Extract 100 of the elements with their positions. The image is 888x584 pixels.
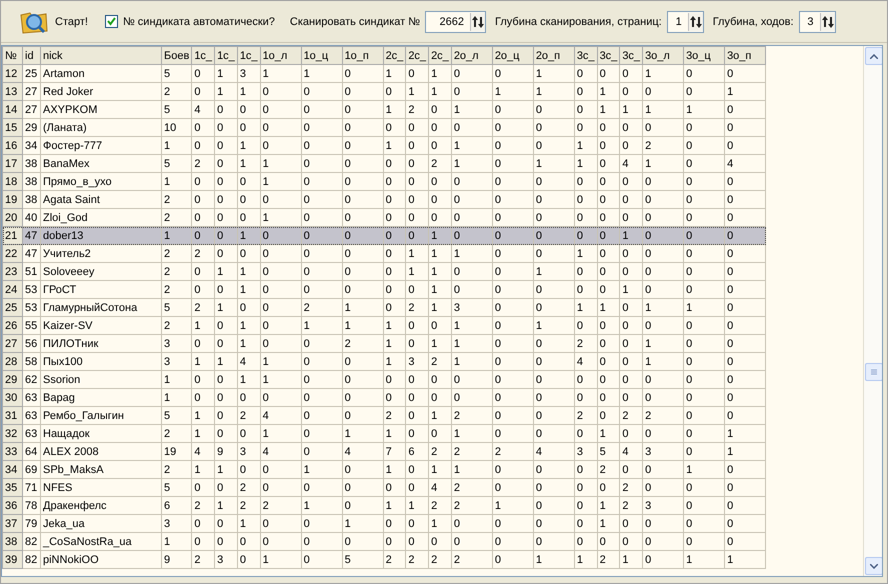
table-cell: 0	[597, 190, 620, 208]
table-cell: 1	[428, 460, 452, 478]
table-cell: 4	[428, 478, 452, 496]
table-row[interactable]: 16 34 Фостер-777 1 0 0 1 0 0 0 1 0 0 1 0 0 1 0 0 2 0 0	[2, 136, 766, 154]
column-header[interactable]: 2с_	[428, 46, 452, 64]
table-cell: 0	[574, 370, 598, 388]
table-row[interactable]: 26 55 Kaizer-SV 2 1 0 1 0 1 1 1 0 0 1 0 1 0 0 0 0 0 0	[2, 316, 766, 334]
column-header[interactable]: 1о_п	[342, 46, 384, 64]
table-row[interactable]: 19 38 Agata Saint 2 0 0 0 0 0 0 0 0 0 0 0 0 0 0 0 0 0 0	[2, 190, 766, 208]
table-row[interactable]: 27 56 ПИЛОТник 3 0 0 1 0 0 2 1 0 1 1 0 0 2 0 0 1 0 0	[2, 334, 766, 352]
table-cell: 0	[724, 190, 766, 208]
table-cell: 0	[237, 244, 260, 262]
start-button[interactable]: Старт!	[19, 8, 88, 34]
column-header[interactable]: nick	[40, 46, 162, 64]
spin-field[interactable]: 2662	[425, 10, 486, 32]
scroll-down-button[interactable]	[865, 557, 882, 575]
table-cell: 0	[724, 136, 766, 154]
column-header[interactable]: 3с_	[620, 46, 643, 64]
column-header[interactable]: 1с_	[237, 46, 260, 64]
table-row[interactable]: 34 69 SPb_MaksA 2 1 1 0 0 1 0 1 0 1 1 0 0 0 2 0 0 1 0	[2, 460, 766, 478]
column-header[interactable]: 1о_ц	[301, 46, 342, 64]
table-row[interactable]: 14 27 AXYPKOM 5 4 0 0 0 0 0 1 2 0 1 0 0 0 1 1 1 1 0	[2, 100, 766, 118]
column-header[interactable]: 1с_	[214, 46, 238, 64]
table-cell: 1	[451, 154, 492, 172]
table-cell: 0	[214, 370, 238, 388]
table-cell: 1	[162, 136, 192, 154]
column-header[interactable]: 2с_	[383, 46, 406, 64]
table-cell: 1	[237, 262, 260, 280]
column-header[interactable]: Боев	[162, 46, 192, 64]
table-cell: 0	[724, 478, 766, 496]
scroll-thumb[interactable]	[865, 362, 882, 381]
column-header[interactable]: 3о_п	[724, 46, 766, 64]
table-cell: 79	[22, 514, 40, 532]
table-cell: 1	[724, 82, 766, 100]
table-row[interactable]: 25 53 ГламурныйСотона 5 2 1 0 0 2 1 0 2 1 3 0 0 1 1 0 1 1 0	[2, 298, 766, 316]
table-cell: 4	[192, 442, 215, 460]
spin-field[interactable]: 3	[798, 10, 836, 32]
column-header[interactable]: 3о_л	[642, 46, 684, 64]
table-row[interactable]: 23 51 Soloveeey 2 0 1 1 0 0 0 0 1 1 0 0 1 0 0 0 0 0 0	[2, 262, 766, 280]
table-cell: 1	[533, 550, 574, 568]
table-cell: Ssorion	[40, 370, 162, 388]
table-cell: 1	[451, 244, 492, 262]
table-row[interactable]: 21 47 dober13 1 0 0 1 0 0 0 0 0 1 0 0 0 0 0 1 0 0 0	[2, 226, 766, 244]
column-header[interactable]: №	[2, 46, 22, 64]
table-cell: 1	[383, 424, 406, 442]
row-number: 24	[2, 280, 22, 298]
table-row[interactable]: 28 58 Пых100 3 1 1 4 1 0 0 1 3 2 1 0 0 4 0 0 1 0 0	[2, 352, 766, 370]
table-cell: 0	[724, 172, 766, 190]
scroll-up-button[interactable]	[865, 47, 882, 65]
table-row[interactable]: 35 71 NFES 5 0 0 2 0 0 0 0 0 4 2 0 0 0 0 2 0 0 0	[2, 478, 766, 496]
scrollbar[interactable]	[863, 46, 882, 576]
column-header[interactable]: 2о_л	[451, 46, 492, 64]
table-row[interactable]: 12 25 Artamon 5 0 1 3 1 1 0 1 0 1 0 0 1 0 0 0 1 0 0	[2, 64, 766, 82]
column-header[interactable]: 3с_	[597, 46, 620, 64]
table-cell: 0	[260, 100, 302, 118]
table-row[interactable]: 31 63 Рембо_Галыгин 5 1 0 2 4 0 0 2 0 1 2 0 0 2 0 2 2 0 0	[2, 406, 766, 424]
table-row[interactable]: 17 38 BanaMex 5 2 0 1 1 0 0 0 0 2 1 0 1 1 0 4 1 0 4	[2, 154, 766, 172]
column-header[interactable]: 2о_ц	[492, 46, 534, 64]
table-cell: 1	[451, 460, 492, 478]
table-cell: 2	[192, 496, 215, 514]
table-row[interactable]: 38 82 _CoSaNostRa_ua 1 0 0 0 0 0 0 0 0 0 0 0 0 0 0 0 0 0 0	[2, 532, 766, 550]
table-cell: 27	[22, 82, 40, 100]
table-cell: 0	[574, 100, 598, 118]
table-cell: Artamon	[40, 64, 162, 82]
table-cell: 0	[597, 370, 620, 388]
table-cell: 0	[492, 352, 534, 370]
row-number: 36	[2, 496, 22, 514]
row-number: 19	[2, 190, 22, 208]
table-row[interactable]: 18 38 Прямо_в_ухо 1 0 0 0 1 0 0 0 0 0 0 0 0 0 0 0 0 0 0	[2, 172, 766, 190]
table-cell: 0	[533, 406, 574, 424]
table-cell: 0	[724, 514, 766, 532]
column-header[interactable]: 1с_	[192, 46, 215, 64]
table-row[interactable]: 24 53 ГРоСТ 2 0 0 1 0 0 0 0 0 1 0 0 0 0 0 1 0 0 0	[2, 280, 766, 298]
column-header[interactable]: 3о_ц	[684, 46, 725, 64]
column-header[interactable]: 2с_	[406, 46, 429, 64]
table-row[interactable]: 39 82 piNNokiOO 9 2 3 0 1 0 5 2 2 2 2 0 1 1 2 1 0 1 1	[2, 550, 766, 568]
table-row[interactable]: 37 79 Jeka_ua 3 0 0 1 0 0 1 0 0 1 0 0 0 0 1 0 0 0 0	[2, 514, 766, 532]
table-row[interactable]: 32 63 Нащадок 2 1 0 0 1 0 1 1 0 0 1 0 0 0 1 0 0 0 1	[2, 424, 766, 442]
table-cell: 2	[620, 496, 643, 514]
table-row[interactable]: 15 29 (Ланата) 10 0 0 0 0 0 0 0 0 0 0 0 0 0 0 0 0 0 0	[2, 118, 766, 136]
auto-checkbox[interactable]	[104, 15, 118, 28]
table-cell: 1	[260, 370, 302, 388]
spin-field[interactable]: 1	[666, 10, 704, 32]
table-cell: 0	[214, 190, 238, 208]
column-header[interactable]: 1о_л	[260, 46, 302, 64]
column-header[interactable]: 3с_	[574, 46, 598, 64]
table-cell: 3	[162, 514, 192, 532]
table-row[interactable]: 33 64 ALEX 2008 19 4 9 3 4 0 4 7 6 2 2 2 4 3 5 4 3 0 1	[2, 442, 766, 460]
table-cell: 0	[406, 136, 429, 154]
table-cell: 1	[492, 82, 534, 100]
table-cell: 0	[724, 460, 766, 478]
row-number: 27	[2, 334, 22, 352]
table-row[interactable]: 13 27 Red Joker 2 0 1 1 0 0 0 0 1 1 0 1 1 0 1 0 0 0 1	[2, 82, 766, 100]
table-cell: 0	[214, 226, 238, 244]
table-row[interactable]: 30 63 Bapag 1 0 0 0 0 0 0 0 0 0 0 0 0 0 0 0 0 0 0	[2, 388, 766, 406]
column-header[interactable]: 2о_п	[533, 46, 574, 64]
table-row[interactable]: 29 62 Ssorion 1 0 0 1 1 0 0 0 0 0 0 0 0 0 0 0 0 0 0	[2, 370, 766, 388]
table-row[interactable]: 22 47 Учитель2 2 2 0 0 0 0 0 0 1 1 1 0 0 1 0 0 0 0 0	[2, 244, 766, 262]
column-header[interactable]: id	[22, 46, 40, 64]
table-row[interactable]: 36 78 Дракенфелс 6 2 1 2 2 1 0 1 1 2 2 1 0 0 1 2 3 0 0	[2, 496, 766, 514]
